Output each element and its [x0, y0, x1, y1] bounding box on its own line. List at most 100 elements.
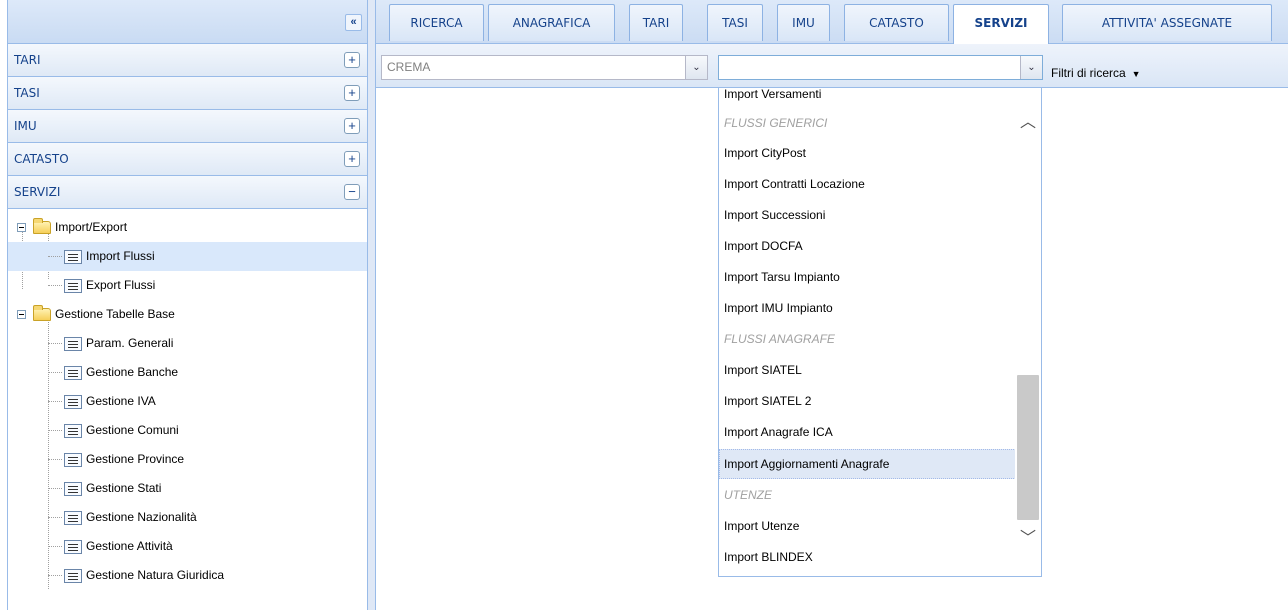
tree-guide: [48, 459, 62, 460]
dropdown-option[interactable]: Import Anagrafe ICA: [719, 417, 1016, 447]
dropdown-option-highlighted[interactable]: Import Aggiornamenti Anagrafe: [719, 449, 1016, 479]
list-document-icon: [64, 395, 82, 409]
tree-item-gestione-banche[interactable]: Gestione Banche: [8, 358, 367, 387]
dropdown-group-header: FLUSSI ANAGRAFE: [724, 332, 835, 346]
flusso-combo[interactable]: ⌄: [718, 55, 1043, 80]
tree-item-gestione-nazionalita[interactable]: Gestione Nazionalità: [8, 503, 367, 532]
folder-open-icon: [33, 305, 51, 321]
accordion-label: IMU: [14, 119, 37, 133]
dropdown-option[interactable]: Import Successioni: [719, 200, 1016, 230]
tab-servizi[interactable]: SERVIZI: [953, 4, 1049, 44]
tree-guide: [48, 256, 62, 257]
list-document-icon: [64, 250, 82, 264]
dropdown-option[interactable]: Import BLINDEX: [719, 542, 1016, 572]
expand-icon[interactable]: +: [344, 118, 360, 134]
accordion-tasi[interactable]: TASI +: [8, 77, 367, 110]
dropdown-option[interactable]: Import SIATEL: [719, 355, 1016, 385]
tree-item-gestione-natura-giuridica[interactable]: Gestione Natura Giuridica: [8, 561, 367, 590]
dropdown-option[interactable]: Import Versamenti: [719, 88, 1016, 109]
tree-node-label: Gestione IVA: [86, 394, 156, 408]
accordion-label: SERVIZI: [14, 185, 61, 199]
list-document-icon: [64, 482, 82, 496]
tree-node-label: Param. Generali: [86, 336, 174, 350]
list-document-icon: [64, 337, 82, 351]
tree-item-param-generali[interactable]: Param. Generali: [8, 329, 367, 358]
tree-node-label: Gestione Province: [86, 452, 185, 466]
collapse-panel-icon[interactable]: «: [345, 14, 362, 31]
filtri-label: Filtri di ricerca: [1051, 66, 1126, 80]
dropdown-option[interactable]: Import Contratti Locazione: [719, 169, 1016, 199]
expand-icon[interactable]: +: [344, 52, 360, 68]
tree-guide: [48, 517, 62, 518]
tab-ricerca[interactable]: RICERCA: [389, 4, 484, 41]
chevron-down-icon[interactable]: ⌄: [685, 56, 707, 79]
tree-guide: [48, 285, 62, 286]
comune-combo[interactable]: CREMA ⌄: [381, 55, 708, 80]
caret-down-icon: ▼: [1131, 69, 1141, 79]
tree-node-label: Gestione Attività: [86, 539, 173, 553]
tree-guide: [48, 372, 62, 373]
chevron-down-icon[interactable]: ⌄: [1020, 56, 1042, 79]
tab-anagrafica[interactable]: ANAGRAFICA: [488, 4, 615, 41]
list-document-icon: [64, 540, 82, 554]
list-document-icon: [64, 366, 82, 380]
tree-item-import-flussi[interactable]: Import Flussi: [8, 242, 367, 271]
tree-node-label: Export Flussi: [86, 278, 156, 292]
dropdown-option[interactable]: Import SIATEL 2: [719, 386, 1016, 416]
scroll-up-icon[interactable]: ︿: [1019, 115, 1037, 131]
tree-folder-gestione-tabelle-base[interactable]: Gestione Tabelle Base: [8, 300, 367, 329]
tree-node-label: Import/Export: [55, 220, 128, 234]
tree-guide: [48, 430, 62, 431]
panel-splitter[interactable]: [368, 0, 375, 610]
accordion-label: TARI: [14, 53, 41, 67]
accordion-label: CATASTO: [14, 152, 69, 166]
tree-guide: [48, 575, 62, 576]
tree-node-label: Gestione Natura Giuridica: [86, 568, 225, 582]
tab-attivita-assegnate[interactable]: ATTIVITA' ASSEGNATE: [1062, 4, 1272, 41]
collapse-node-icon[interactable]: [17, 310, 26, 319]
tree-item-gestione-stati[interactable]: Gestione Stati: [8, 474, 367, 503]
list-document-icon: [64, 569, 82, 583]
servizi-tree: Import/Export Import Flussi Export Fluss…: [8, 209, 367, 590]
accordion-tari[interactable]: TARI +: [8, 44, 367, 77]
expand-icon[interactable]: +: [344, 151, 360, 167]
tree-item-gestione-iva[interactable]: Gestione IVA: [8, 387, 367, 416]
dropdown-option[interactable]: Import CityPost: [719, 138, 1016, 168]
tree-node-label: Gestione Banche: [86, 365, 179, 379]
tree-item-gestione-comuni[interactable]: Gestione Comuni: [8, 416, 367, 445]
tree-guide: [48, 343, 62, 344]
left-navigation-panel: « TARI + TASI + IMU + CATASTO + SERVIZI …: [7, 0, 368, 610]
accordion-catasto[interactable]: CATASTO +: [8, 143, 367, 176]
accordion-imu[interactable]: IMU +: [8, 110, 367, 143]
tree-guide: [48, 488, 62, 489]
list-document-icon: [64, 424, 82, 438]
dropdown-option[interactable]: Import IMU Impianto: [719, 293, 1016, 323]
flusso-dropdown-list[interactable]: Import Versamenti FLUSSI GENERICI Import…: [718, 87, 1042, 577]
list-document-icon: [64, 511, 82, 525]
tree-folder-import-export[interactable]: Import/Export: [8, 213, 367, 242]
tab-catasto[interactable]: CATASTO: [844, 4, 949, 41]
tab-tasi[interactable]: TASI: [707, 4, 763, 41]
tree-item-gestione-attivita[interactable]: Gestione Attività: [8, 532, 367, 561]
collapse-node-icon[interactable]: [17, 223, 26, 232]
filter-toolbar: CREMA ⌄ ⌄ Filtri di ricerca ▼: [376, 44, 1288, 88]
filtri-di-ricerca-menu[interactable]: Filtri di ricerca ▼: [1051, 66, 1141, 80]
scroll-down-icon[interactable]: ﹀: [1019, 531, 1037, 547]
tab-tari[interactable]: TARI: [629, 4, 683, 41]
accordion-servizi[interactable]: SERVIZI −: [8, 176, 367, 209]
tree-item-export-flussi[interactable]: Export Flussi: [8, 271, 367, 300]
dropdown-option[interactable]: Import DOCFA: [719, 231, 1016, 261]
tree-item-gestione-province[interactable]: Gestione Province: [8, 445, 367, 474]
expand-icon[interactable]: +: [344, 85, 360, 101]
collapse-icon[interactable]: −: [344, 184, 360, 200]
tree-node-label: Import Flussi: [86, 249, 155, 263]
tab-imu[interactable]: IMU: [777, 4, 830, 41]
dropdown-scrollbar[interactable]: ︿ ﹀: [1015, 88, 1041, 576]
tree-guide: [48, 401, 62, 402]
scrollbar-thumb[interactable]: [1017, 375, 1039, 520]
list-document-icon: [64, 279, 82, 293]
dropdown-option[interactable]: Import Utenze: [719, 511, 1016, 541]
accordion-label: TASI: [14, 86, 40, 100]
dropdown-option[interactable]: Import Tarsu Impianto: [719, 262, 1016, 292]
tab-bar: RICERCA ANAGRAFICA TARI TASI IMU CATASTO…: [376, 0, 1288, 44]
